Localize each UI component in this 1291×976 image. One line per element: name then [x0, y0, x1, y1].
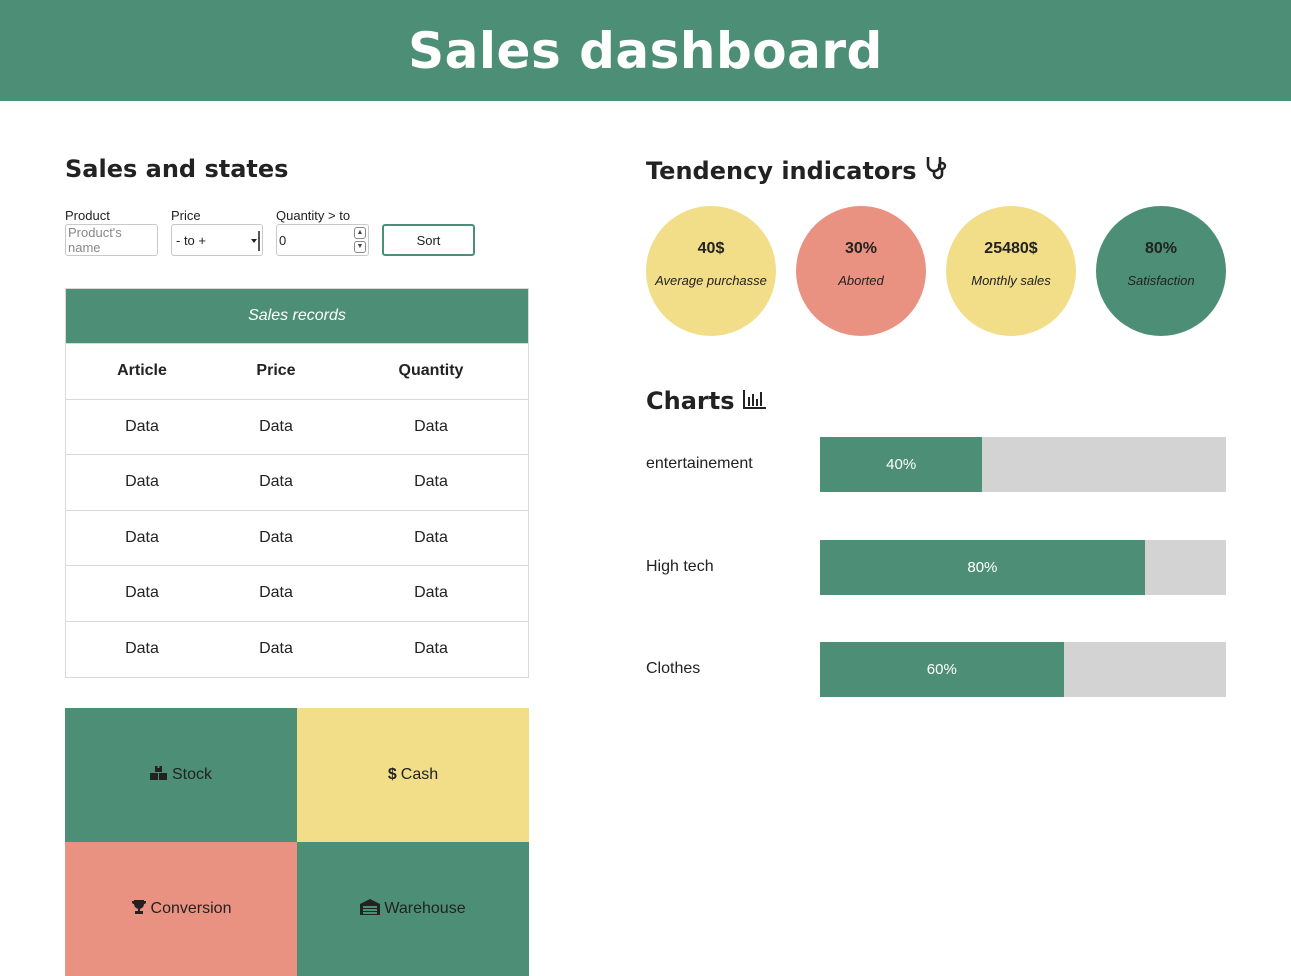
table-cell: Data — [334, 454, 528, 510]
table-row: Data Data Data — [66, 620, 528, 677]
progress-fill: 40% — [820, 437, 983, 492]
price-order-select[interactable]: - to + — [171, 224, 263, 256]
indicator-label: Monthly sales — [971, 273, 1051, 288]
page-header: Sales dashboard — [0, 0, 1291, 101]
progress-text: 80% — [967, 559, 998, 576]
warehouse-label: Warehouse — [384, 900, 466, 917]
table-cell: Data — [66, 620, 218, 677]
conversion-tile[interactable]: Conversion — [65, 842, 297, 976]
table-cell: Data — [334, 509, 528, 566]
indicator-average-purchase: 40$ Average purchasse — [646, 206, 776, 336]
bar-label-entertainment: entertainement — [646, 455, 753, 472]
table-cell: Data — [218, 620, 334, 677]
sales-section-title: Sales and states — [65, 155, 288, 183]
indicator-monthly-sales: 25480$ Monthly sales — [946, 206, 1076, 336]
dropdown-arrow-icon — [251, 231, 260, 251]
price-order-value: - to + — [176, 232, 206, 248]
table-cell: Data — [66, 454, 218, 510]
indicator-aborted: 30% Aborted — [796, 206, 926, 336]
table-cell: Data — [334, 565, 528, 621]
dollar-icon: $ — [387, 766, 397, 783]
stethoscope-icon — [925, 155, 949, 187]
quantity-stepper[interactable]: ▲ ▼ — [354, 227, 366, 253]
table-cell: Data — [66, 509, 218, 566]
charts-section-title: Charts — [646, 387, 767, 415]
table-cell: Data — [334, 620, 528, 677]
sales-records-table: Sales records Article Price Quantity Dat… — [65, 288, 529, 678]
warehouse-icon — [360, 898, 381, 920]
progress-bar-clothes: 60% — [820, 642, 1226, 697]
sales-title-text: Sales and states — [65, 155, 289, 183]
indicator-value: 80% — [1144, 240, 1178, 257]
table-cell: Data — [66, 565, 218, 621]
indicator-label: Average purchasse — [655, 273, 767, 288]
stepper-down-icon[interactable]: ▼ — [354, 241, 366, 253]
stock-tile[interactable]: Stock — [65, 708, 297, 842]
sort-button[interactable]: Sort — [382, 224, 475, 256]
table-cell: Data — [218, 454, 334, 510]
conversion-label: Conversion — [150, 900, 232, 917]
table-cell: Data — [334, 398, 528, 455]
bar-chart-icon — [742, 387, 767, 415]
boxes-icon — [149, 765, 168, 786]
progress-fill: 60% — [820, 642, 1064, 697]
progress-fill: 80% — [820, 540, 1145, 595]
bar-label-high-tech: High tech — [646, 558, 714, 575]
trophy-icon — [131, 899, 147, 920]
quantity-input[interactable]: 0 ▲ ▼ — [276, 224, 369, 256]
table-header-row: Article Price Quantity — [66, 343, 528, 399]
indicator-value: 25480$ — [984, 240, 1038, 257]
product-filter-label: Product — [65, 208, 110, 223]
column-header-price: Price — [218, 343, 334, 399]
table-row: Data Data Data — [66, 454, 528, 510]
charts-title-text: Charts — [646, 387, 735, 415]
table-cell: Data — [66, 398, 218, 455]
column-header-quantity: Quantity — [334, 343, 528, 399]
bar-label-clothes: Clothes — [646, 660, 701, 677]
page-title: Sales dashboard — [408, 21, 883, 80]
stepper-up-icon[interactable]: ▲ — [354, 227, 366, 239]
stock-label: Stock — [171, 766, 212, 783]
indicator-label: Aborted — [838, 273, 884, 288]
indicator-satisfaction: 80% Satisfaction — [1096, 206, 1226, 336]
table-row: Data Data Data — [66, 565, 528, 621]
indicator-label: Satisfaction — [1127, 273, 1195, 288]
warehouse-tile[interactable]: Warehouse — [297, 842, 529, 976]
product-name-input[interactable]: Product's name — [65, 224, 158, 256]
price-filter-label: Price — [171, 208, 201, 223]
table-caption: Sales records — [66, 289, 528, 343]
progress-text: 60% — [926, 661, 957, 678]
cash-tile[interactable]: $ Cash — [297, 708, 529, 842]
table-row: Data Data Data — [66, 509, 528, 566]
column-header-article: Article — [66, 343, 218, 399]
cash-label: Cash — [400, 766, 439, 783]
indicator-value: 30% — [844, 240, 878, 257]
table-cell: Data — [218, 565, 334, 621]
progress-bar-entertainment: 40% — [820, 437, 1226, 492]
indicators-title-text: Tendency indicators — [646, 157, 917, 185]
table-cell: Data — [218, 509, 334, 566]
indicators-section-title: Tendency indicators — [646, 155, 949, 187]
table-cell: Data — [218, 398, 334, 455]
table-row: Data Data Data — [66, 398, 528, 455]
quantity-filter-label: Quantity > to — [276, 208, 351, 223]
quantity-value: 0 — [279, 232, 287, 248]
progress-bar-high-tech: 80% — [820, 540, 1226, 595]
progress-text: 40% — [886, 456, 917, 473]
indicator-value: 40$ — [697, 240, 725, 257]
